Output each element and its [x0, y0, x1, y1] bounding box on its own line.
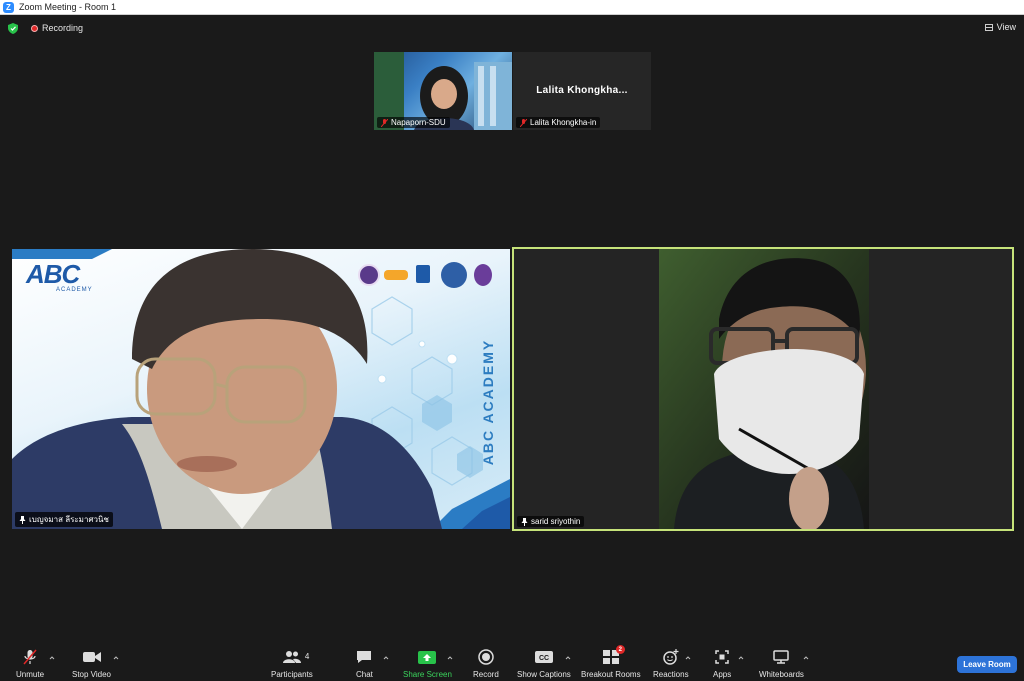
shield-icon[interactable]	[8, 23, 18, 34]
chevron-up-icon[interactable]	[383, 655, 389, 661]
chevron-up-icon[interactable]	[447, 655, 453, 661]
breakout-rooms-badge: 2	[615, 645, 625, 654]
chevron-up-icon[interactable]	[113, 655, 119, 661]
stop-video-button[interactable]: Stop Video	[72, 649, 111, 679]
participant-display-name: Lalita Khongkha...	[536, 85, 628, 96]
participant-video-person	[659, 249, 869, 529]
reactions-button[interactable]: Reactions	[653, 649, 689, 679]
apps-icon	[715, 650, 729, 664]
participant-nametag: Lalita Khongkha-in	[516, 117, 601, 128]
abc-academy-logo: ABC	[26, 259, 80, 289]
abc-academy-logo-sub: ACADEMY	[56, 287, 93, 293]
window-titlebar: Z Zoom Meeting - Room 1	[0, 0, 1024, 15]
whiteboard-icon	[773, 650, 790, 664]
participant-name: sarid sriyothin	[531, 517, 581, 526]
participant-video-tile[interactable]: ABC ACADEMY ABC ACADEMY เบญจมาส ลีระมาศว…	[12, 249, 510, 529]
chevron-up-icon[interactable]	[803, 655, 809, 661]
abc-academy-vertical-text: ABC ACADEMY	[480, 338, 496, 466]
svg-text:CC: CC	[539, 655, 549, 662]
record-icon	[478, 649, 494, 665]
chevron-up-icon[interactable]	[685, 655, 691, 661]
chat-button[interactable]: Chat	[356, 649, 373, 679]
sponsor-logo-2	[384, 270, 408, 280]
apps-label: Apps	[713, 670, 732, 679]
participant-nametag: Napaporn-SDU	[377, 117, 450, 128]
pin-icon	[521, 517, 528, 526]
sponsor-logo-4	[441, 262, 467, 288]
window-title: Zoom Meeting - Room 1	[19, 2, 117, 12]
mic-muted-icon	[520, 118, 527, 127]
whiteboards-button[interactable]: Whiteboards	[759, 649, 804, 679]
recording-label[interactable]: Recording	[42, 23, 83, 33]
chevron-up-icon[interactable]	[738, 655, 744, 661]
participants-button[interactable]: 4 Participants	[271, 649, 313, 679]
chevron-up-icon[interactable]	[565, 655, 571, 661]
chat-label: Chat	[356, 670, 373, 679]
breakout-rooms-button[interactable]: 2 Breakout Rooms	[581, 645, 641, 679]
sponsor-logo-3	[416, 265, 430, 283]
participant-name: Lalita Khongkha-in	[530, 118, 597, 127]
record-label: Record	[473, 670, 499, 679]
view-button[interactable]: View	[984, 22, 1016, 32]
breakout-rooms-label: Breakout Rooms	[581, 670, 641, 679]
sponsor-logo-5	[474, 264, 492, 286]
share-screen-icon	[418, 650, 437, 664]
participant-name: เบญจมาส ลีระมาศวนิช	[29, 515, 109, 524]
meeting-toolbar: Unmute Stop Video 4 Participants Chat Sh…	[0, 641, 1024, 681]
whiteboards-label: Whiteboards	[759, 670, 804, 679]
captions-cc-icon: CC	[534, 651, 553, 663]
apps-button[interactable]: Apps	[713, 649, 731, 679]
reactions-emoji-icon	[663, 649, 679, 665]
participants-icon	[282, 651, 301, 663]
participant-thumbnail-lalita[interactable]: Lalita Khongkha... Lalita Khongkha-in	[513, 52, 651, 130]
show-captions-label: Show Captions	[517, 670, 571, 679]
mic-muted-icon	[381, 118, 388, 127]
participant-nametag: เบญจมาส ลีระมาศวนิช	[15, 512, 113, 527]
zoom-logo-icon: Z	[3, 1, 14, 13]
unmute-button[interactable]: Unmute	[16, 649, 44, 679]
pin-icon	[19, 515, 26, 524]
reactions-label: Reactions	[653, 670, 689, 679]
unmute-label: Unmute	[16, 670, 45, 679]
view-grid-icon	[984, 23, 993, 31]
chevron-up-icon[interactable]	[49, 655, 55, 661]
microphone-muted-icon	[23, 649, 37, 665]
share-screen-label: Share Screen	[403, 670, 452, 679]
video-camera-icon	[82, 652, 101, 662]
view-label: View	[996, 22, 1016, 32]
participants-count: 4	[304, 652, 310, 661]
recording-icon	[31, 25, 38, 32]
meeting-topbar: Recording View	[0, 16, 1024, 40]
participants-label: Participants	[271, 670, 313, 679]
stop-video-label: Stop Video	[72, 670, 111, 679]
participant-name: Napaporn-SDU	[391, 118, 446, 127]
record-button[interactable]: Record	[473, 649, 499, 679]
active-speaker-video-tile[interactable]: sarid sriyothin	[512, 247, 1014, 531]
share-screen-button[interactable]: Share Screen	[403, 649, 452, 679]
participant-nametag: sarid sriyothin	[517, 516, 585, 527]
sponsor-logo-1	[358, 264, 380, 286]
chat-bubble-icon	[357, 651, 372, 663]
participant-video-feed	[659, 249, 869, 529]
show-captions-button[interactable]: CC Show Captions	[517, 649, 571, 679]
participant-thumbnail-napaporn[interactable]: Napaporn-SDU	[374, 52, 512, 130]
leave-room-button[interactable]: Leave Room	[957, 656, 1017, 673]
